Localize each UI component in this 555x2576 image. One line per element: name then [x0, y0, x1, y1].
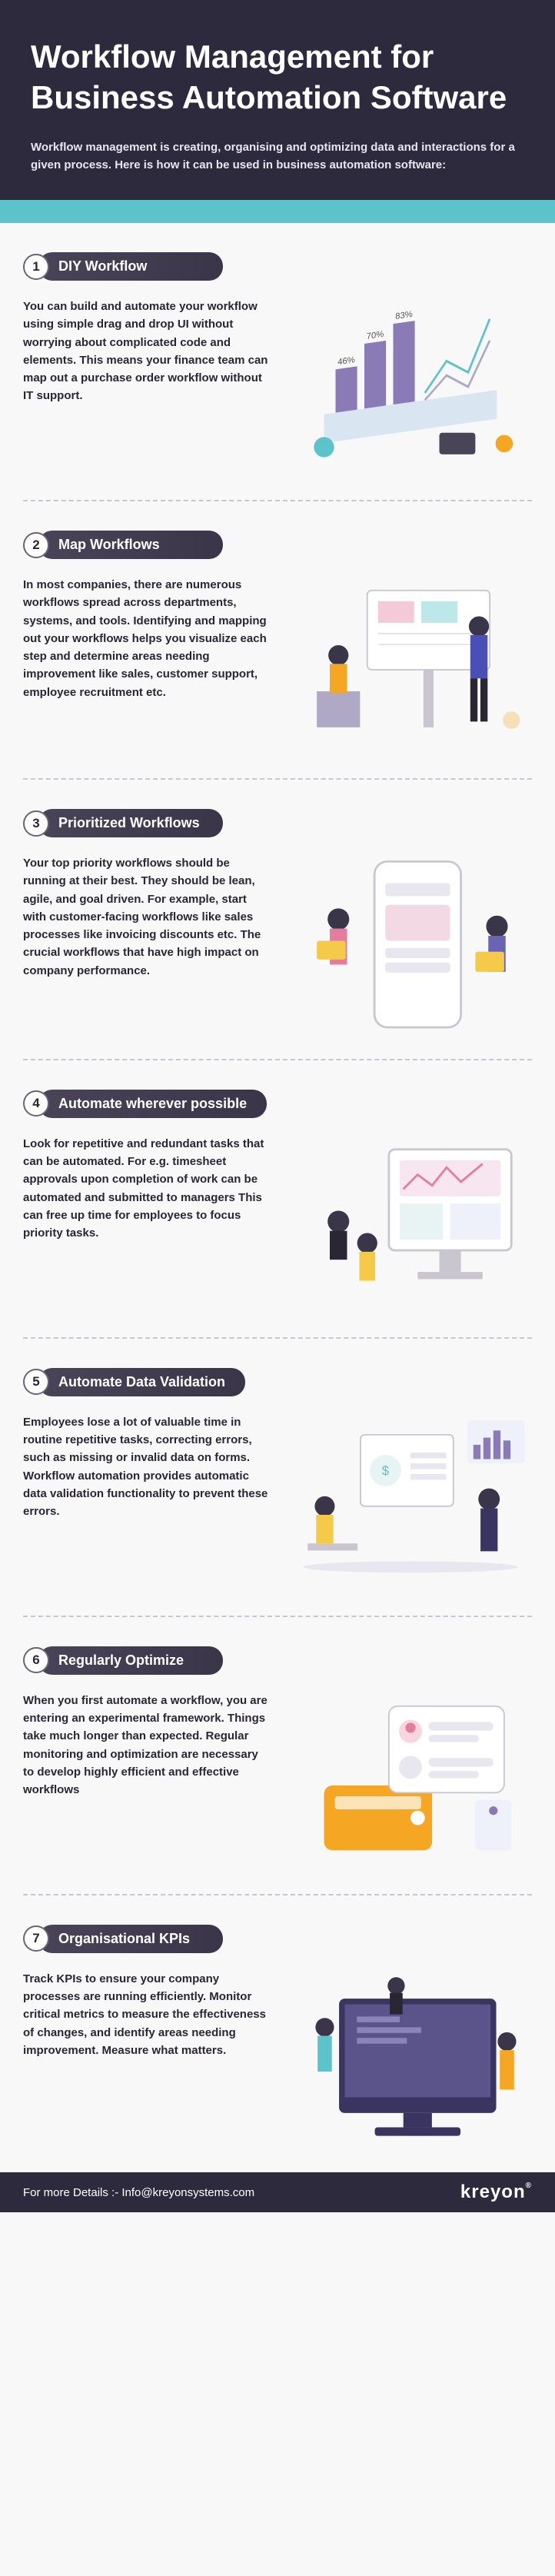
step-number-badge: 1	[23, 254, 49, 280]
section-title-pill: Regularly Optimize	[38, 1646, 223, 1675]
section-title-pill: Automate wherever possible	[38, 1090, 267, 1118]
bar-label-2: 70%	[367, 330, 384, 341]
footer-contact: For more Details :- Info@kreyonsystems.c…	[23, 2186, 254, 2199]
section-body-text: In most companies, there are numerous wo…	[23, 576, 269, 701]
kpi-desktop-illustration	[289, 1970, 532, 2156]
section-title-pill: Map Workflows	[38, 531, 223, 559]
section-diy-workflow: 1 DIY Workflow You can build and automat…	[0, 223, 555, 500]
monitor-icon	[295, 1135, 526, 1308]
page-title: Workflow Management for Business Automat…	[31, 37, 524, 118]
bar-label-1: 46%	[337, 355, 355, 367]
brand-name: kreyon	[460, 2182, 526, 2202]
section-automate-wherever: 4 Automate wherever possible Look for re…	[0, 1060, 555, 1337]
brand-mark: ®	[526, 2182, 532, 2190]
analytics-chart-illustration: 46% 70% 83%	[289, 298, 532, 467]
chat-wallet-illustration	[289, 1692, 532, 1865]
section-body-text: You can build and automate your workflow…	[23, 298, 269, 405]
phone-icon	[295, 854, 526, 1042]
section-map-workflows: 2 Map Workflows In most companies, there…	[0, 501, 555, 778]
section-title-pill: Prioritized Workflows	[38, 809, 223, 837]
dashboard-monitor-illustration	[289, 1135, 532, 1308]
step-number-badge: 5	[23, 1369, 49, 1395]
step-number-badge: 6	[23, 1647, 49, 1673]
page-lede: Workflow management is creating, organis…	[31, 139, 523, 174]
step-number-badge: 4	[23, 1090, 49, 1117]
brand-logo: kreyon®	[460, 2182, 532, 2203]
whiteboard-icon	[295, 576, 526, 749]
section-body-text: Your top priority workflows should be ru…	[23, 854, 269, 980]
people-whiteboard-illustration	[289, 576, 532, 749]
section-body-text: When you first automate a workflow, you …	[23, 1692, 269, 1799]
bar-label-3: 83%	[395, 310, 413, 321]
svg-text:$: $	[382, 1463, 390, 1478]
chart-icon: 46% 70% 83%	[295, 303, 526, 461]
section-body-text: Track KPIs to ensure your company proces…	[23, 1970, 269, 2059]
step-number-badge: 7	[23, 1925, 49, 1952]
section-title-pill: Organisational KPIs	[38, 1925, 223, 1953]
section-organisational-kpis: 7 Organisational KPIs Track KPIs to ensu…	[0, 1895, 555, 2173]
section-body-text: Employees lose a lot of valuable time in…	[23, 1413, 269, 1521]
desktop-icon	[289, 1970, 532, 2156]
section-title-pill: DIY Workflow	[38, 252, 223, 281]
step-number-badge: 2	[23, 532, 49, 558]
footer: For more Details :- Info@kreyonsystems.c…	[0, 2172, 555, 2212]
mobile-app-illustration	[289, 854, 532, 1042]
section-title-pill: Automate Data Validation	[38, 1368, 245, 1396]
chat-icon	[295, 1692, 526, 1865]
divider-teal	[0, 200, 555, 223]
section-data-validation: 5 Automate Data Validation Employees los…	[0, 1339, 555, 1616]
section-prioritized-workflows: 3 Prioritized Workflows Your top priorit…	[0, 780, 555, 1059]
finance-icon: $	[289, 1413, 532, 1585]
finance-dashboard-illustration: $	[289, 1413, 532, 1585]
section-body-text: Look for repetitive and redundant tasks …	[23, 1135, 269, 1243]
section-regularly-optimize: 6 Regularly Optimize When you first auto…	[0, 1617, 555, 1894]
hero: Workflow Management for Business Automat…	[0, 0, 555, 200]
step-number-badge: 3	[23, 810, 49, 837]
